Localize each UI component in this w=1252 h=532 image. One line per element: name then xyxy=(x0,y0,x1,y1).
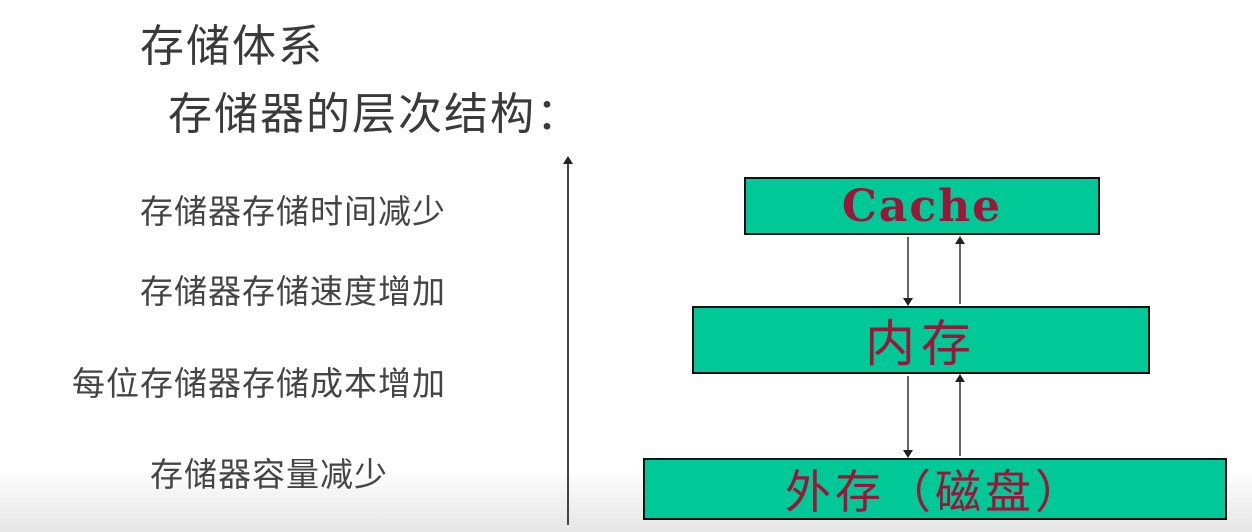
memory-label: 内存 xyxy=(865,315,977,373)
cache-label: Cache xyxy=(841,180,1003,232)
disk-box: 外存（磁盘） xyxy=(643,458,1227,520)
disk-label: 外存（磁盘） xyxy=(785,465,1085,519)
cache-box: Cache xyxy=(744,177,1100,235)
arrows-layer xyxy=(563,156,965,525)
memory-box: 内存 xyxy=(692,306,1150,374)
